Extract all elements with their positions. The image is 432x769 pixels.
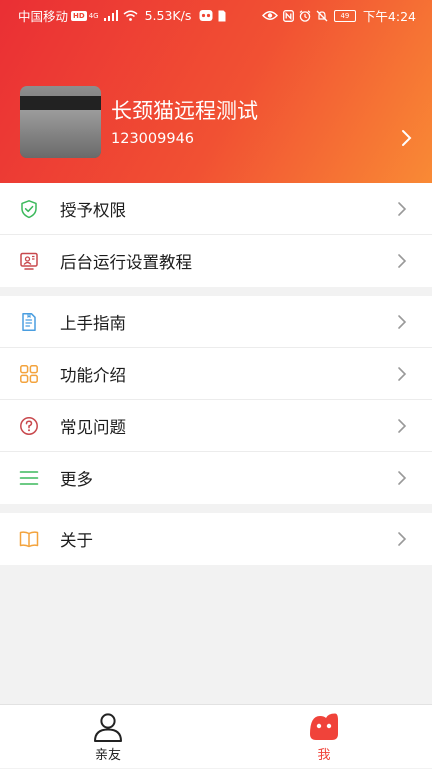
menu-label: 关于: [60, 531, 93, 550]
tab-me-label: 我: [317, 748, 331, 763]
profile-header: 中国移动 HD 4G 5.53K/s 49 下午4:24 长颈猫远程测试 123…: [0, 0, 432, 183]
hd-badge: HD: [71, 10, 87, 21]
menu-item-permissions[interactable]: 授予权限: [0, 183, 432, 235]
clock: 下午4:24: [362, 9, 416, 24]
wifi-icon: [123, 10, 138, 21]
menu-lines-icon: [19, 471, 39, 485]
menu-item-features[interactable]: 功能介绍: [0, 348, 432, 400]
chevron-right-icon: [398, 532, 407, 546]
menu-label: 常见问题: [60, 418, 126, 437]
bottom-nav: 亲友 我: [0, 704, 432, 768]
menu-item-faq[interactable]: 常见问题: [0, 400, 432, 452]
chevron-right-icon: [398, 315, 407, 329]
alarm-icon: [299, 9, 311, 22]
network-speed: 5.53K/s: [144, 8, 192, 23]
profile-id: 123009946: [111, 131, 195, 147]
menu-group-permissions: 授予权限 后台运行设置教程: [0, 183, 432, 287]
avatar[interactable]: [20, 86, 101, 158]
status-bar: 中国移动 HD 4G 5.53K/s 49 下午4:24: [0, 0, 432, 28]
document-icon: [22, 313, 36, 331]
question-circle-icon: [20, 417, 38, 435]
chevron-right-icon: [398, 367, 407, 381]
shield-check-icon: [21, 200, 37, 219]
signal-icon: [103, 10, 118, 21]
chevron-right-icon[interactable]: [398, 129, 414, 147]
menu-label: 功能介绍: [60, 366, 126, 385]
grid-icon: [20, 365, 38, 383]
person-icon: [94, 713, 122, 742]
chevron-right-icon: [398, 202, 407, 216]
eye-icon: [261, 11, 278, 20]
menu-item-about[interactable]: 关于: [0, 513, 432, 565]
menu-item-background-tutorial[interactable]: 后台运行设置教程: [0, 235, 432, 287]
chevron-right-icon: [398, 419, 407, 433]
tab-me[interactable]: 我: [294, 705, 354, 769]
screen-person-icon: [20, 252, 38, 270]
menu-label: 更多: [60, 470, 93, 489]
app-notification-icon: [199, 10, 213, 21]
tab-friends[interactable]: 亲友: [78, 705, 138, 769]
tab-friends-label: 亲友: [94, 748, 121, 763]
menu-label: 上手指南: [60, 314, 126, 333]
mute-icon: [316, 10, 328, 21]
menu-item-guide[interactable]: 上手指南: [0, 296, 432, 348]
cat-face-icon: [310, 713, 338, 740]
network-type: 4G: [88, 11, 99, 20]
menu-group-about: 关于: [0, 513, 432, 565]
nfc-icon: [282, 9, 294, 22]
book-icon: [19, 531, 39, 548]
menu-group-help: 上手指南 功能介绍 常见问题 更多: [0, 296, 432, 504]
battery-icon: 49: [333, 9, 356, 22]
sim-icon: [218, 10, 226, 21]
chevron-right-icon: [398, 254, 407, 268]
carrier-label: 中国移动: [18, 9, 69, 24]
battery-level: 49: [340, 11, 350, 20]
profile-name: 长颈猫远程测试: [111, 99, 258, 123]
menu-label: 授予权限: [60, 201, 126, 220]
menu-label: 后台运行设置教程: [60, 253, 192, 272]
chevron-right-icon: [398, 471, 407, 485]
menu-item-more[interactable]: 更多: [0, 452, 432, 504]
